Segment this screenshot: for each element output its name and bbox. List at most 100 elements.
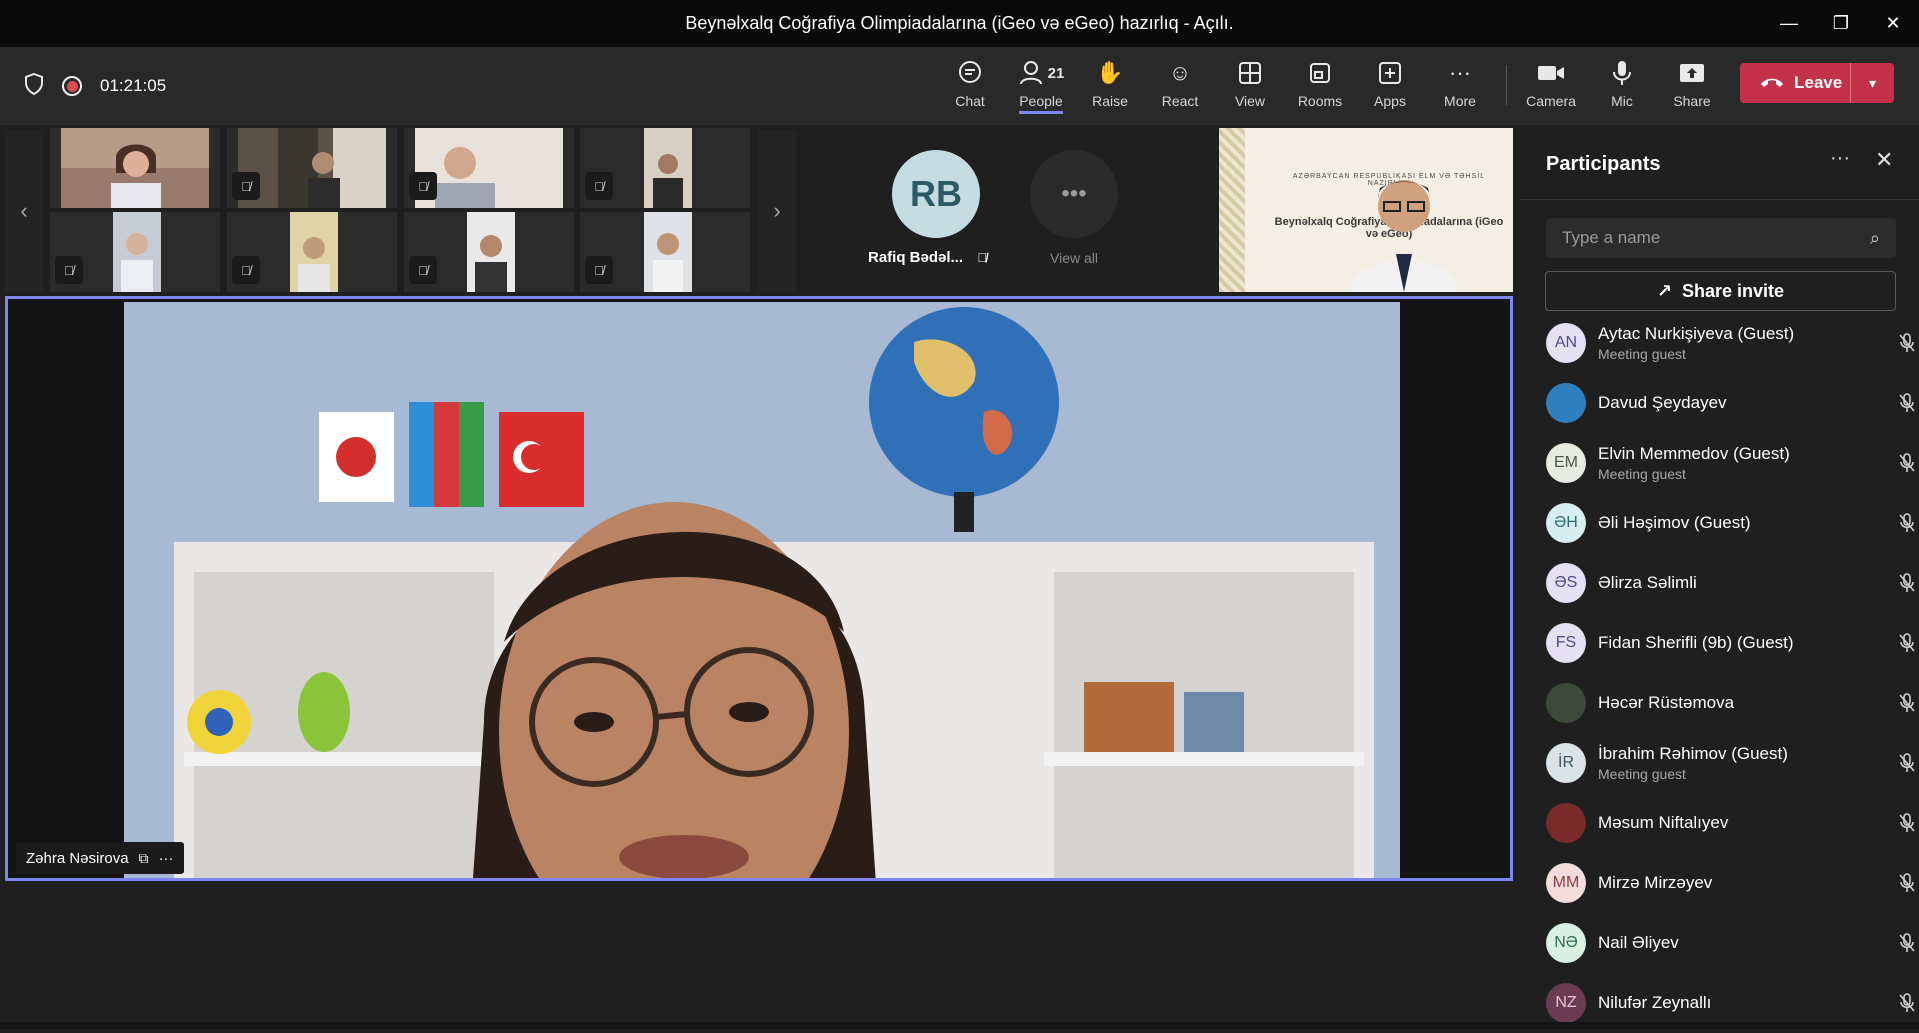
raise-hand-button[interactable]: ✋ Raise	[1077, 57, 1143, 119]
rooms-button[interactable]: Rooms	[1287, 57, 1353, 119]
participant-row[interactable]: İR İbrahim Rəhimov (Guest) Meeting guest	[1546, 733, 1916, 793]
participant-row[interactable]: MM Mirzə Mirzəyev	[1546, 853, 1916, 913]
participant-name: Elvin Memmedov (Guest)	[1598, 444, 1790, 463]
participant-info: Əlirza Səlimli	[1598, 573, 1697, 593]
apps-icon	[1378, 57, 1402, 89]
more-options-icon[interactable]: ···	[159, 850, 174, 867]
share-label: Share	[1673, 93, 1711, 109]
share-button[interactable]: Share	[1659, 57, 1725, 119]
minimize-button[interactable]: —	[1763, 0, 1815, 47]
participant-tile[interactable]: 🎙̸	[227, 128, 397, 208]
leave-button[interactable]: Leave ▾	[1740, 63, 1894, 103]
speaker-video	[124, 302, 1400, 878]
close-window-button[interactable]: ✕	[1867, 0, 1919, 47]
leave-main[interactable]: Leave	[1740, 73, 1850, 93]
avatar[interactable]: RB	[892, 150, 980, 238]
restore-button[interactable]: ❐	[1815, 0, 1867, 47]
participant-row[interactable]: AN Aytac Nurkişiyeva (Guest) Meeting guest	[1546, 313, 1916, 373]
mic-label: Mic	[1611, 93, 1633, 109]
participant-video	[415, 212, 563, 292]
participant-name: Həcər Rüstəmova	[1598, 693, 1735, 712]
participant-tile[interactable]: 🎙̸	[227, 212, 397, 292]
participant-info: Nilufər Zeynallı	[1598, 993, 1711, 1013]
share-invite-button[interactable]: ↗ Share invite	[1545, 271, 1896, 311]
close-icon[interactable]: ✕	[1875, 147, 1893, 173]
view-label: View	[1234, 93, 1266, 109]
mic-button[interactable]: Mic	[1589, 57, 1655, 119]
mic-off-icon: 🎙̸	[585, 256, 613, 284]
participant-tile[interactable]: 🎙̸	[580, 212, 750, 292]
participant-list: AN Aytac Nurkişiyeva (Guest) Meeting guest…	[1546, 313, 1916, 1033]
participant-row[interactable]: NƏ Nail Əliyev	[1546, 913, 1916, 973]
participant-tile[interactable]: 🎙̸	[50, 212, 220, 292]
participant-row[interactable]: ƏH Əli Həşimov (Guest)	[1546, 493, 1916, 553]
participant-row[interactable]: Davud Şeydayev	[1546, 373, 1916, 433]
more-options-icon[interactable]: ···	[1830, 147, 1850, 170]
avatar: FS	[1546, 623, 1586, 663]
participant-tile[interactable]: 🎙̸	[404, 212, 574, 292]
grid-icon	[1238, 57, 1262, 89]
participant-tile[interactable]: 🎙̸	[404, 128, 574, 208]
meeting-status: 01:21:05	[24, 47, 166, 125]
screen-share-icon[interactable]: ⧉	[139, 850, 149, 867]
people-button[interactable]: 21 People	[1008, 57, 1074, 119]
apps-button[interactable]: Apps	[1357, 57, 1423, 119]
mic-off-icon: 🎙̸	[585, 172, 613, 200]
participant-tile[interactable]	[50, 128, 220, 208]
participant-info: Məsum Niftalıyev	[1598, 813, 1728, 833]
more-button[interactable]: ··· More	[1427, 57, 1493, 119]
shield-icon[interactable]	[24, 72, 44, 100]
participant-row[interactable]: FS Fidan Sherifli (9b) (Guest)	[1546, 613, 1916, 673]
participant-name: Nilufər Zeynallı	[1598, 993, 1712, 1012]
recording-icon	[62, 76, 82, 96]
window-controls: — ❐ ✕	[1763, 0, 1919, 47]
participant-row[interactable]: ƏS Əlirza Səlimli	[1546, 553, 1916, 613]
avatar: AN	[1546, 323, 1586, 363]
camera-button[interactable]: Camera	[1518, 57, 1584, 119]
mic-off-icon[interactable]	[1898, 693, 1916, 718]
gallery-prev-button[interactable]: ‹	[5, 130, 43, 292]
participant-video	[61, 212, 209, 292]
mic-off-icon[interactable]	[1898, 753, 1916, 778]
participant-name: Rafiq Bədəl... 🎙̸	[868, 249, 1008, 266]
participant-row[interactable]: Həcər Rüstəmova	[1546, 673, 1916, 733]
participant-info: Fidan Sherifli (9b) (Guest)	[1598, 633, 1794, 653]
view-button[interactable]: View	[1217, 57, 1283, 119]
mic-off-icon[interactable]	[1898, 813, 1916, 838]
mic-off-icon[interactable]	[1898, 993, 1916, 1018]
chevron-down-icon[interactable]: ▾	[1850, 63, 1894, 103]
mic-off-icon[interactable]	[1898, 873, 1916, 898]
main-video-frame[interactable]: Zəhra Nəsirova ⧉ ···	[5, 296, 1513, 881]
raise-label: Raise	[1092, 93, 1128, 109]
participant-role: Meeting guest	[1598, 466, 1686, 482]
participant-row[interactable]: Məsum Niftalıyev	[1546, 793, 1916, 853]
mic-off-icon: 🎙̸	[232, 256, 260, 284]
mic-off-icon[interactable]	[1898, 393, 1916, 418]
mic-off-icon[interactable]	[1898, 513, 1916, 538]
bottom-edge	[0, 1022, 1919, 1029]
mic-off-icon[interactable]	[1898, 333, 1916, 358]
react-button[interactable]: ☺ React	[1147, 57, 1213, 119]
shared-content[interactable]: AZƏRBAYCAN RESPUBLİKASI ELM VƏ TƏHSİL NA…	[1219, 128, 1513, 292]
view-all-button[interactable]: •••	[1030, 150, 1118, 238]
participant-row[interactable]: EM Elvin Memmedov (Guest) Meeting guest	[1546, 433, 1916, 493]
mic-off-icon: 🎙̸	[55, 256, 83, 284]
avatar: NZ	[1546, 983, 1586, 1023]
mic-off-icon[interactable]	[1898, 633, 1916, 658]
mic-off-icon[interactable]	[1898, 933, 1916, 958]
search-input[interactable]	[1562, 228, 1870, 248]
more-icon: ···	[1449, 60, 1471, 85]
title-bar: Beynəlxalq Coğrafiya Olimpiadalarına (iG…	[0, 0, 1919, 47]
gallery-next-button[interactable]: ›	[758, 130, 796, 292]
search-icon[interactable]: ⌕	[1870, 228, 1880, 249]
hand-icon: ✋	[1096, 60, 1124, 85]
participant-info: Həcər Rüstəmova	[1598, 693, 1734, 713]
mic-icon	[1612, 57, 1632, 89]
participant-tile[interactable]: 🎙̸	[580, 128, 750, 208]
divider	[1520, 199, 1919, 200]
search-box[interactable]: ⌕	[1546, 218, 1896, 258]
chat-button[interactable]: Chat	[937, 57, 1003, 119]
mic-off-icon[interactable]	[1898, 453, 1916, 478]
mic-off-icon[interactable]	[1898, 573, 1916, 598]
avatar	[1546, 683, 1586, 723]
